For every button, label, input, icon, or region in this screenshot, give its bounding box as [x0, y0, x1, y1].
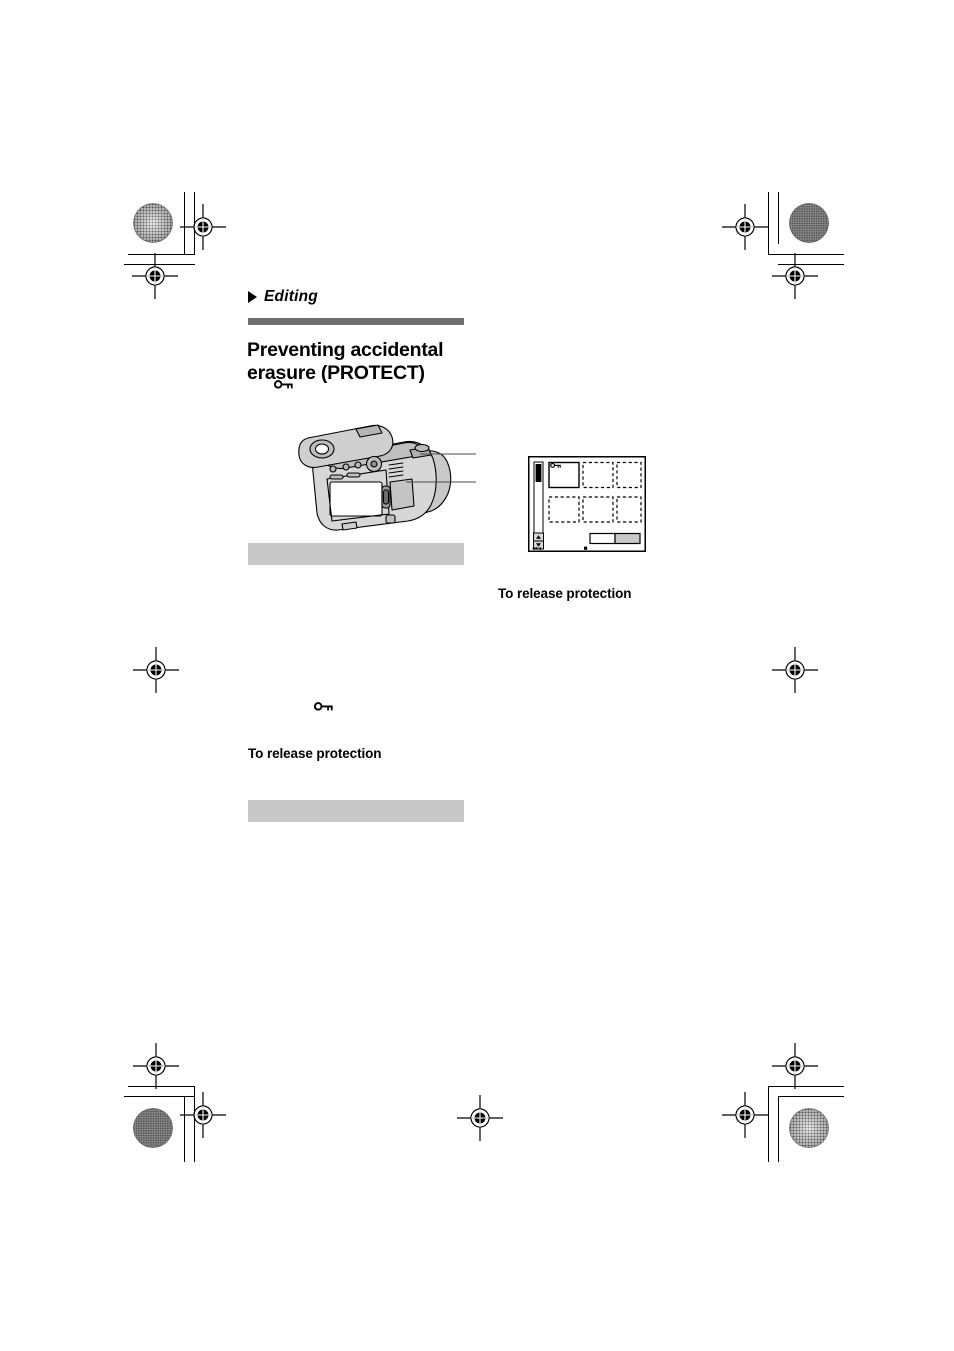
section-tag: Editing — [248, 288, 318, 306]
subheading-release-protection-right: To release protection — [498, 586, 632, 601]
key-icon-inline — [314, 700, 334, 713]
section-tag-label: Editing — [264, 288, 318, 305]
body-text-placeholder-one — [248, 543, 464, 565]
manual-page: Editing Preventing accidental erasure (P… — [0, 0, 954, 1351]
subheading-release-protection-left: To release protection — [248, 746, 382, 761]
status-bar — [589, 532, 641, 545]
body-text-placeholder-two — [248, 800, 464, 822]
thumbnail-selected — [548, 461, 580, 489]
camera-rear-illustration — [286, 420, 476, 535]
page-content: Editing Preventing accidental erasure (P… — [0, 0, 954, 1351]
lcd-index-screen-illustration — [528, 456, 646, 552]
title-rule-bar — [248, 318, 464, 325]
scrollbar — [533, 461, 544, 550]
key-icon — [274, 378, 294, 391]
triangle-right-icon — [248, 291, 257, 303]
